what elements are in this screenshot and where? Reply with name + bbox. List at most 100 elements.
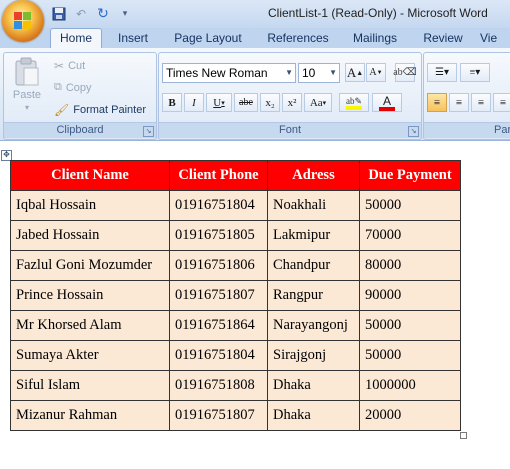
- cell-client-phone[interactable]: 01916751807: [169, 400, 268, 431]
- header-client-phone: Client Phone: [169, 160, 268, 191]
- strikethrough-button[interactable]: abe: [234, 93, 258, 112]
- font-size-combo[interactable]: 10 ▼: [298, 63, 340, 83]
- cell-client-name[interactable]: Siful Islam: [10, 370, 170, 401]
- cell-client-name[interactable]: Sumaya Akter: [10, 340, 170, 371]
- cell-address[interactable]: Sirajgonj: [267, 340, 360, 371]
- cell-client-name[interactable]: Mizanur Rahman: [10, 400, 170, 431]
- table-resize-handle[interactable]: [460, 432, 467, 439]
- office-button[interactable]: [2, 0, 44, 42]
- bullets-button[interactable]: ☰▾: [427, 63, 457, 82]
- cell-address[interactable]: Rangpur: [267, 280, 360, 311]
- cut-label: Cut: [68, 60, 86, 72]
- table-body: Iqbal Hossain 01916751804 Noakhali 50000 Jab…: [10, 190, 461, 431]
- table-row: Mr Khorsed Alam 01916751864 Narayangonj 500…: [10, 310, 461, 341]
- redo-icon[interactable]: ↻: [94, 5, 112, 23]
- cell-due-payment[interactable]: 1000000: [359, 370, 461, 401]
- tab-mailings[interactable]: Mailings: [348, 29, 402, 48]
- font-color-bar: [379, 106, 395, 111]
- cell-address[interactable]: Lakmipur: [267, 220, 360, 251]
- cell-client-phone[interactable]: 01916751804: [169, 190, 268, 221]
- cell-client-phone[interactable]: 01916751804: [169, 340, 268, 371]
- undo-icon[interactable]: ↶: [72, 5, 90, 23]
- subscript-button[interactable]: x₂: [260, 93, 280, 112]
- cell-address[interactable]: Chandpur: [267, 250, 360, 281]
- cell-due-payment[interactable]: 50000: [359, 340, 461, 371]
- bold-button[interactable]: B: [162, 93, 182, 112]
- font-size-dropdown-icon[interactable]: ▼: [329, 64, 337, 82]
- cell-client-phone[interactable]: 01916751805: [169, 220, 268, 251]
- highlight-button[interactable]: ab✎: [339, 93, 369, 112]
- clipboard-launcher-icon[interactable]: ↘: [143, 126, 154, 137]
- clipboard-group: Paste ▾ ✂ Cut ⧉ Copy 🖌 Format Painter Cl…: [3, 52, 157, 140]
- copy-icon: ⧉: [54, 81, 62, 93]
- cell-client-name[interactable]: Mr Khorsed Alam: [10, 310, 170, 341]
- change-case-label: Aa: [309, 96, 323, 109]
- paragraph-group: ☰▾ ≡▾ ≡ ≡ ≡ ≡ Para: [423, 52, 510, 140]
- align-left-button[interactable]: ≡: [427, 93, 447, 112]
- table-row: Sumaya Akter 01916751804 Sirajgonj 50000: [10, 340, 461, 371]
- table-row: Jabed Hossain 01916751805 Lakmipur 70000: [10, 220, 461, 251]
- tab-insert[interactable]: Insert: [110, 29, 156, 48]
- underline-button[interactable]: U ▾: [206, 93, 232, 112]
- cut-button[interactable]: ✂ Cut: [54, 59, 85, 73]
- italic-label: I: [192, 96, 196, 109]
- cell-client-name[interactable]: Iqbal Hossain: [10, 190, 170, 221]
- shrink-font-button[interactable]: A ▼: [366, 63, 386, 82]
- cell-client-name[interactable]: Prince Hossain: [10, 280, 170, 311]
- numbering-button[interactable]: ≡▾: [460, 63, 490, 82]
- italic-button[interactable]: I: [184, 93, 204, 112]
- tab-review[interactable]: Review: [420, 29, 466, 48]
- align-center-button[interactable]: ≡: [449, 93, 469, 112]
- superscript-button[interactable]: x²: [282, 93, 302, 112]
- font-group-label: Font: [159, 122, 421, 138]
- window-title: ClientList-1 (Read-Only) - Microsoft Wor…: [268, 6, 488, 20]
- font-launcher-icon[interactable]: ↘: [408, 126, 419, 137]
- cell-client-phone[interactable]: 01916751864: [169, 310, 268, 341]
- cell-client-phone[interactable]: 01916751807: [169, 280, 268, 311]
- cell-address[interactable]: Noakhali: [267, 190, 360, 221]
- tab-view[interactable]: Vie: [480, 29, 510, 48]
- save-icon[interactable]: [50, 5, 68, 23]
- cell-client-phone[interactable]: 01916751806: [169, 250, 268, 281]
- copy-button[interactable]: ⧉ Copy: [54, 81, 92, 94]
- grow-font-label: A: [346, 64, 357, 80]
- clear-formatting-icon: ab⌫: [393, 67, 417, 78]
- cell-due-payment[interactable]: 50000: [359, 190, 461, 221]
- clipboard-group-label: Clipboard: [4, 122, 156, 138]
- header-due-payment: Due Payment: [359, 160, 461, 191]
- tab-references[interactable]: References: [262, 29, 334, 48]
- cell-address[interactable]: Dhaka: [267, 370, 360, 401]
- quick-access-toolbar: ↶ ↻ ▾: [50, 4, 134, 24]
- format-painter-button[interactable]: 🖌 Format Painter: [54, 103, 146, 117]
- paste-label: Paste: [12, 89, 42, 101]
- cell-due-payment[interactable]: 70000: [359, 220, 461, 251]
- grow-font-button[interactable]: A ▲: [345, 63, 365, 82]
- table-row: Fazlul Goni Mozumder 01916751806 Chandpur 8…: [10, 250, 461, 281]
- change-case-button[interactable]: Aa ▾: [304, 93, 332, 112]
- cell-due-payment[interactable]: 80000: [359, 250, 461, 281]
- justify-icon: ≡: [499, 96, 507, 109]
- font-name-dropdown-icon[interactable]: ▼: [285, 64, 293, 82]
- justify-button[interactable]: ≡: [493, 93, 510, 112]
- paste-button[interactable]: Paste ▾: [10, 57, 44, 112]
- cell-address[interactable]: Dhaka: [267, 400, 360, 431]
- table-header-row: Client Name Client Phone Adress Due Paym…: [10, 160, 461, 191]
- cell-due-payment[interactable]: 20000: [359, 400, 461, 431]
- font-color-button[interactable]: A: [372, 93, 402, 112]
- clear-formatting-button[interactable]: ab⌫: [393, 63, 417, 82]
- font-name-combo[interactable]: Times New Roman ▼: [162, 63, 296, 83]
- tab-home[interactable]: Home: [50, 28, 102, 49]
- table-row: Prince Hossain 01916751807 Rangpur 90000: [10, 280, 461, 311]
- font-color-icon: A: [382, 93, 391, 108]
- cell-client-name[interactable]: Fazlul Goni Mozumder: [10, 250, 170, 281]
- table-row: Mizanur Rahman 01916751807 Dhaka 20000: [10, 400, 461, 431]
- align-right-button[interactable]: ≡: [471, 93, 491, 112]
- cell-due-payment[interactable]: 90000: [359, 280, 461, 311]
- ribbon: Paste ▾ ✂ Cut ⧉ Copy 🖌 Format Painter Cl…: [0, 48, 510, 141]
- cell-client-name[interactable]: Jabed Hossain: [10, 220, 170, 251]
- cell-address[interactable]: Narayangonj: [267, 310, 360, 341]
- customize-qat-icon[interactable]: ▾: [116, 5, 134, 23]
- tab-page-layout[interactable]: Page Layout: [170, 29, 246, 48]
- cell-due-payment[interactable]: 50000: [359, 310, 461, 341]
- cell-client-phone[interactable]: 01916751808: [169, 370, 268, 401]
